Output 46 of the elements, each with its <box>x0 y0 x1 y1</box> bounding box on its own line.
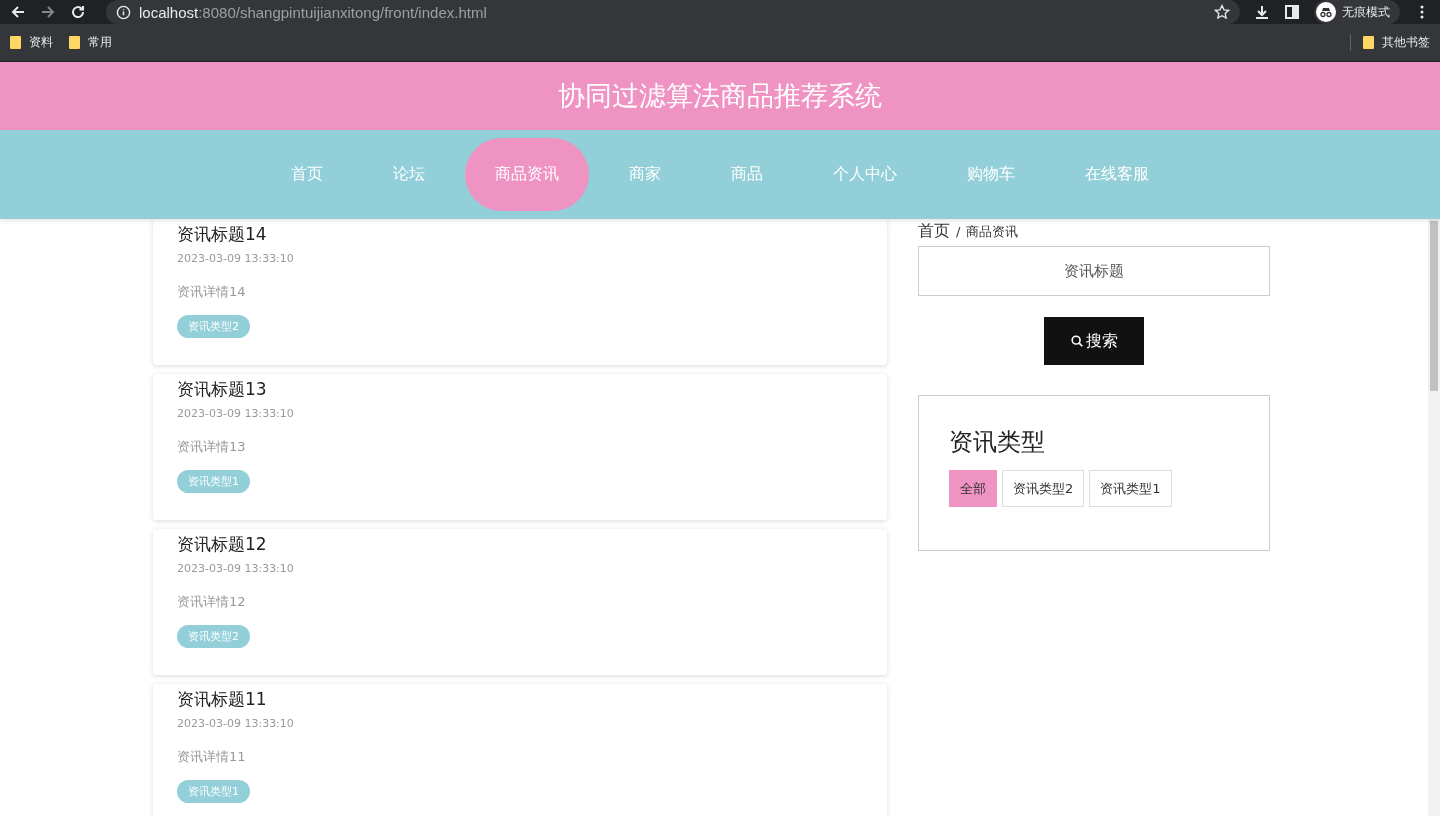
reload-icon[interactable] <box>70 4 86 20</box>
news-tag: 资讯类型2 <box>177 315 250 338</box>
site-title: 协同过滤算法商品推荐系统 <box>558 79 882 113</box>
search-field[interactable]: 资讯标题 <box>918 246 1270 296</box>
news-detail: 资讯详情14 <box>177 283 246 301</box>
search-button[interactable]: 搜索 <box>1044 317 1144 365</box>
category-title: 资讯类型 <box>949 427 1046 458</box>
category-chip[interactable]: 资讯类型2 <box>1002 470 1085 507</box>
news-time: 2023-03-09 13:33:10 <box>177 407 294 420</box>
news-time: 2023-03-09 13:33:10 <box>177 562 294 575</box>
info-icon <box>116 4 131 20</box>
news-tag: 资讯类型1 <box>177 470 250 493</box>
news-title: 资讯标题11 <box>177 688 267 711</box>
download-icon[interactable] <box>1254 4 1270 20</box>
back-icon[interactable] <box>10 4 26 20</box>
news-time: 2023-03-09 13:33:10 <box>177 252 294 265</box>
scrollbar[interactable] <box>1428 219 1440 816</box>
bookmark-item[interactable]: 常用 <box>69 34 112 51</box>
news-detail: 资讯详情13 <box>177 438 246 456</box>
news-card[interactable]: 资讯标题12 2023-03-09 13:33:10 资讯详情12 资讯类型2 <box>153 529 887 675</box>
breadcrumb-item[interactable]: 商品资讯 <box>966 223 1019 241</box>
news-title: 资讯标题12 <box>177 533 267 556</box>
incognito-icon <box>1316 2 1336 22</box>
bookmark-item[interactable]: 资料 <box>10 34 53 51</box>
url-text: localhost:8080/shangpintuijianxitong/front/index.html <box>139 3 488 21</box>
sidebar-icon[interactable] <box>1284 4 1300 20</box>
news-tag: 资讯类型2 <box>177 625 250 648</box>
breadcrumb-separator: / <box>956 224 961 239</box>
breadcrumb-item[interactable]: 首页 <box>918 221 950 242</box>
news-tag: 资讯类型1 <box>177 780 250 803</box>
news-detail: 资讯详情12 <box>177 593 246 611</box>
other-bookmarks[interactable]: 其他书签 <box>1350 34 1430 51</box>
forward-icon[interactable] <box>40 4 56 20</box>
news-title: 资讯标题14 <box>177 223 267 246</box>
address-bar[interactable]: localhost:8080/shangpintuijianxitong/front/index.html <box>106 0 1240 24</box>
news-time: 2023-03-09 13:33:10 <box>177 717 294 730</box>
category-chip[interactable]: 全部 <box>949 470 997 507</box>
incognito-profile-button[interactable]: 无痕模式 <box>1314 0 1400 24</box>
news-detail: 资讯详情11 <box>177 748 246 766</box>
category-chip[interactable]: 资讯类型1 <box>1089 470 1172 507</box>
news-card[interactable]: 资讯标题14 2023-03-09 13:33:10 资讯详情14 资讯类型2 <box>153 219 887 365</box>
news-title: 资讯标题13 <box>177 378 267 401</box>
star-icon[interactable] <box>1214 4 1230 20</box>
news-card[interactable]: 资讯标题11 2023-03-09 13:33:10 资讯详情11 资讯类型1 <box>153 684 887 816</box>
news-card[interactable]: 资讯标题13 2023-03-09 13:33:10 资讯详情13 资讯类型1 <box>153 374 887 520</box>
search-icon <box>1070 334 1084 348</box>
